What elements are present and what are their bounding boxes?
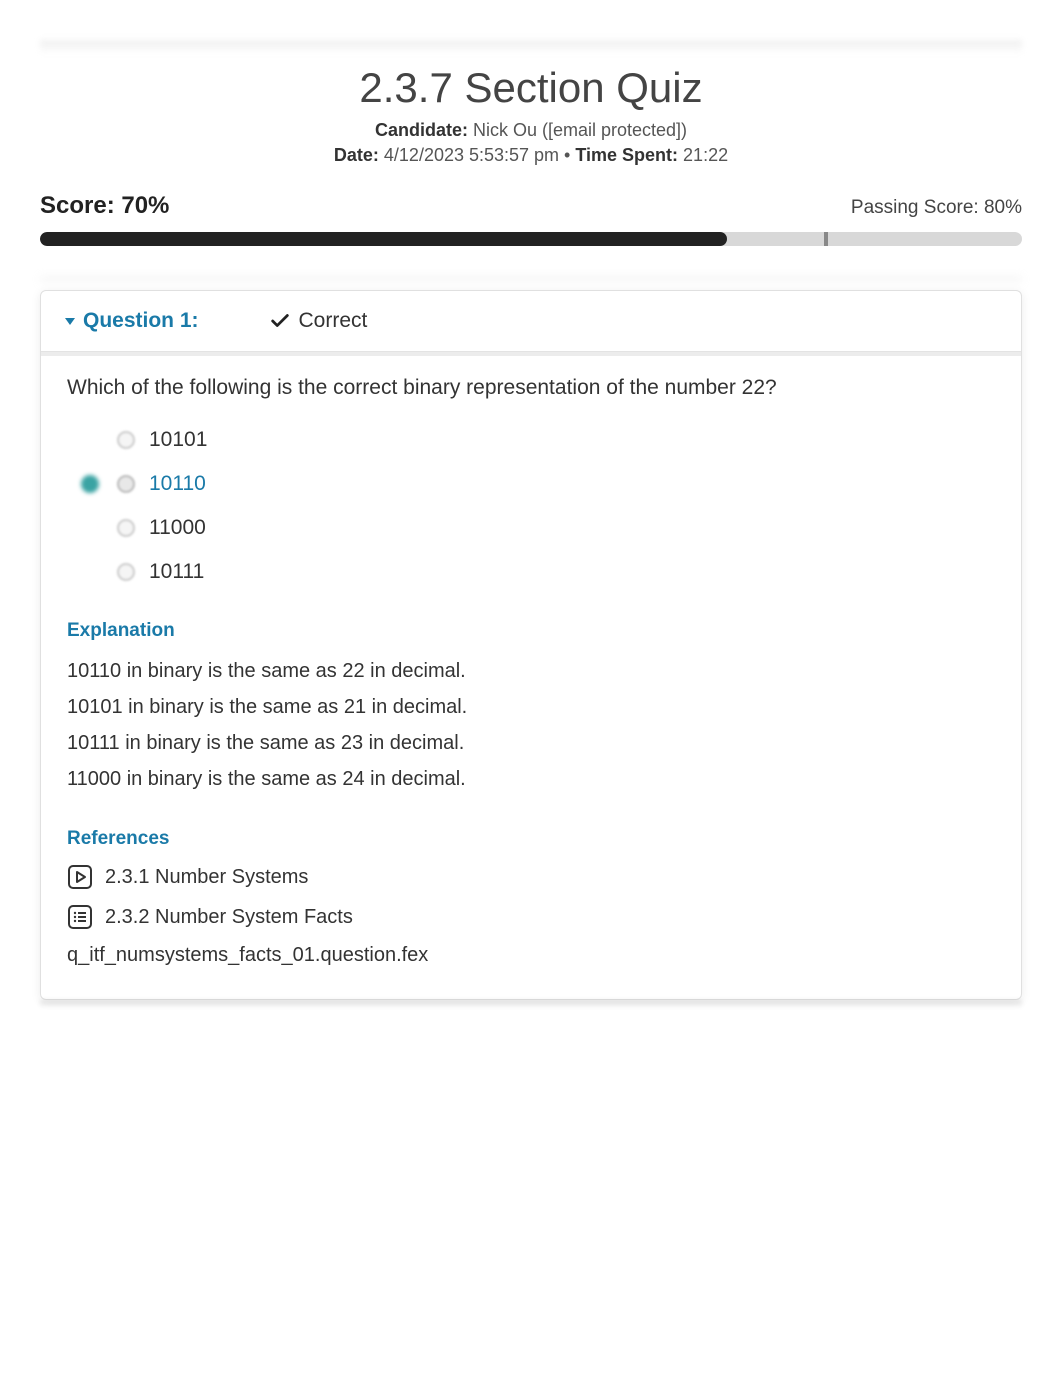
question-prompt: Which of the following is the correct bi…	[67, 376, 995, 400]
score-progress-bar	[40, 232, 1022, 246]
video-icon	[67, 864, 93, 890]
radio-icon	[117, 563, 135, 581]
explanation-text: 10110 in binary is the same as 22 in dec…	[67, 656, 995, 794]
radio-col	[115, 475, 137, 493]
explanation-line: 10110 in binary is the same as 22 in dec…	[67, 656, 995, 686]
question-title: Question 1:	[63, 309, 199, 333]
explanation-line: 11000 in binary is the same as 24 in dec…	[67, 764, 995, 794]
option: 10110	[77, 472, 995, 496]
caret-down-icon	[63, 314, 77, 328]
explanation-section: Explanation 10110 in binary is the same …	[67, 620, 995, 794]
check-icon	[269, 310, 291, 332]
date-line: Date: 4/12/2023 5:53:57 pm • Time Spent:…	[40, 145, 1022, 166]
references-section: References 2.3.1 Number Systems 2.3.2 Nu…	[67, 828, 995, 967]
option: 10111	[77, 560, 995, 584]
references-heading: References	[67, 828, 995, 850]
candidate-label: Candidate:	[375, 120, 468, 140]
correct-dot-icon	[81, 475, 99, 493]
meta-separator: •	[559, 145, 575, 165]
question-header[interactable]: Question 1: Correct	[41, 291, 1021, 352]
list-icon	[67, 904, 93, 930]
time-label: Time Spent:	[575, 145, 678, 165]
reference-label: 2.3.2 Number System Facts	[105, 906, 353, 929]
reference-item[interactable]: 2.3.1 Number Systems	[67, 864, 995, 890]
option-label: 10110	[149, 472, 206, 496]
option: 10101	[77, 428, 995, 452]
candidate-value: Nick Ou ([email protected])	[468, 120, 687, 140]
reference-label: 2.3.1 Number Systems	[105, 866, 308, 889]
progress-fill	[40, 232, 727, 246]
passing-tick	[824, 232, 828, 246]
radio-col	[115, 519, 137, 537]
radio-icon	[117, 519, 135, 537]
date-label: Date:	[334, 145, 379, 165]
status-text: Correct	[299, 309, 368, 333]
top-blur	[40, 40, 1022, 54]
passing-score: Passing Score: 80%	[851, 197, 1022, 219]
radio-icon	[117, 475, 135, 493]
question-status: Correct	[269, 309, 368, 333]
option-label: 11000	[149, 516, 206, 540]
indicator-col	[77, 475, 103, 493]
card-bottom-shadow	[40, 1000, 1022, 1008]
quiz-title: 2.3.7 Section Quiz	[40, 64, 1022, 112]
candidate-line: Candidate: Nick Ou ([email protected])	[40, 120, 1022, 141]
explanation-line: 10111 in binary is the same as 23 in dec…	[67, 728, 995, 758]
radio-icon	[117, 431, 135, 449]
time-value: 21:22	[678, 145, 728, 165]
explanation-line: 10101 in binary is the same as 21 in dec…	[67, 692, 995, 722]
radio-col	[115, 563, 137, 581]
section-gap	[40, 276, 1022, 286]
question-number: Question 1:	[83, 309, 199, 333]
score-row: Score: 70% Passing Score: 80%	[40, 192, 1022, 220]
options-list: 10101 10110 11000 10111	[77, 428, 995, 584]
explanation-heading: Explanation	[67, 620, 995, 642]
score-label: Score: 70%	[40, 192, 169, 220]
question-card: Question 1: Correct Which of the followi…	[40, 290, 1022, 1000]
option-label: 10111	[149, 560, 204, 584]
option: 11000	[77, 516, 995, 540]
date-value: 4/12/2023 5:53:57 pm	[379, 145, 559, 165]
reference-item[interactable]: 2.3.2 Number System Facts	[67, 904, 995, 930]
question-file: q_itf_numsystems_facts_01.question.fex	[67, 944, 995, 967]
question-body: Which of the following is the correct bi…	[41, 352, 1021, 999]
option-label: 10101	[149, 428, 207, 452]
radio-col	[115, 431, 137, 449]
